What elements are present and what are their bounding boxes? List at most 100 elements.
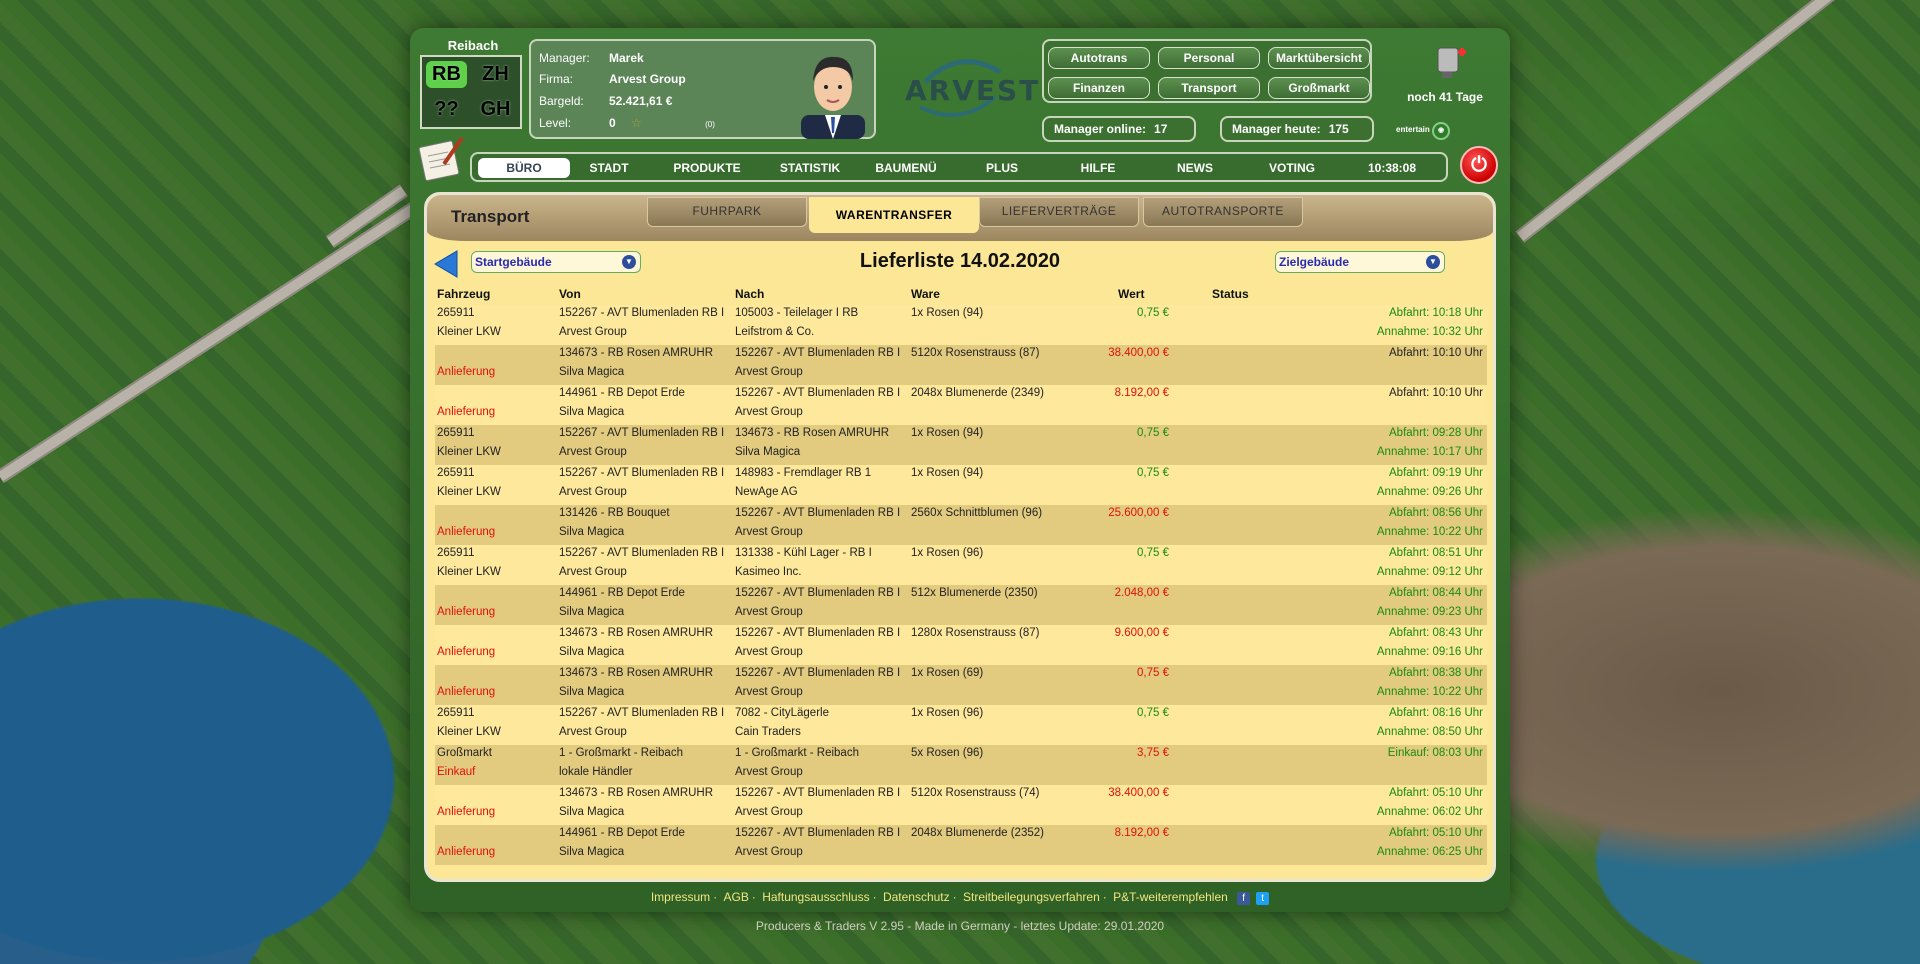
city-gh[interactable]: GH: [471, 92, 520, 127]
ware-cell: 1x Rosen (69): [911, 667, 984, 679]
wert-cell: 0,75 €: [1137, 307, 1169, 319]
facebook-icon[interactable]: f: [1237, 892, 1251, 905]
autotrans-button[interactable]: Autotrans: [1048, 47, 1150, 69]
marktuebersicht-button[interactable]: Marktübersicht: [1268, 47, 1370, 69]
panel-title: Transport: [451, 207, 530, 226]
nach-building-cell: 152267 - AVT Blumenladen RB I: [735, 387, 901, 399]
menu-produkte[interactable]: PRODUKTE: [652, 158, 762, 178]
von-company-cell: Silva Magica: [559, 366, 625, 378]
footer-haftung[interactable]: Haftungsausschluss: [762, 890, 869, 904]
cash-value: 52.421,61 €: [609, 94, 673, 108]
nach-company-cell: Arvest Group: [735, 406, 803, 418]
footer-datenschutz[interactable]: Datenschutz: [883, 890, 950, 904]
ware-cell: 5120x Rosenstrauss (87): [911, 347, 1040, 359]
city-unknown[interactable]: ??: [422, 92, 471, 127]
fahrzeug-type-cell: Anlieferung: [437, 406, 496, 418]
premium-days-icon[interactable]: [1430, 42, 1470, 82]
table-row: Anlieferung 131426 - RB Bouquet Silva Magi…: [435, 505, 1487, 545]
von-building-cell: 152267 - AVT Blumenladen RB I: [559, 467, 725, 479]
menu-baumenue[interactable]: BAUMENÜ: [858, 158, 954, 178]
von-building-cell: 152267 - AVT Blumenladen RB I: [559, 427, 725, 439]
fahrzeug-type-cell: Anlieferung: [437, 806, 496, 818]
menu-buero[interactable]: BÜRO: [478, 158, 570, 178]
status-departure-cell: Abfahrt: 08:56 Uhr: [1389, 507, 1483, 519]
company-label: Firma:: [539, 72, 573, 86]
von-building-cell: 134673 - RB Rosen AMRUHR: [559, 627, 714, 639]
city-name: Reibach: [447, 38, 499, 53]
menu-stadt[interactable]: STADT: [574, 158, 644, 178]
menu-statistik[interactable]: STATISTIK: [762, 158, 858, 178]
status-departure-cell: Einkauf: 08:03 Uhr: [1387, 747, 1483, 759]
fahrzeug-type-cell: Anlieferung: [437, 606, 496, 618]
entertain-logo: entertain ◉: [1396, 122, 1451, 140]
nach-company-cell: NewAge AG: [735, 486, 798, 498]
menu-news[interactable]: NEWS: [1155, 158, 1235, 178]
fahrzeug-cell: 265911: [437, 307, 475, 319]
table-row: Anlieferung 144961 - RB Depot Erde Silva M…: [435, 385, 1487, 425]
footer-streitbeilegung[interactable]: Streitbeilegungsverfahren: [963, 890, 1100, 904]
nach-company-cell: Arvest Group: [735, 366, 803, 378]
tab-warentransfer[interactable]: WARENTRANSFER: [809, 197, 979, 233]
ware-cell: 1280x Rosenstrauss (87): [911, 627, 1040, 639]
panel-header: Transport FUHRPARK WARENTRANSFER LIEFERV…: [427, 195, 1493, 241]
footer-links: Impressum · AGB · Haftungsausschluss · Date…: [0, 890, 1920, 905]
level-label: Level:: [539, 116, 572, 130]
fahrzeug-type-cell: Kleiner LKW: [437, 726, 501, 738]
footer-impressum[interactable]: Impressum: [651, 890, 710, 904]
von-building-cell: 1 - Großmarkt - Reibach: [559, 747, 683, 759]
status-arrival-cell: Annahme: 10:32 Uhr: [1376, 326, 1483, 338]
von-company-cell: lokale Händler: [559, 766, 633, 778]
nach-company-cell: Arvest Group: [735, 846, 803, 858]
personal-button[interactable]: Personal: [1158, 47, 1260, 69]
fahrzeug-type-cell: Anlieferung: [437, 526, 496, 538]
twitter-icon[interactable]: t: [1256, 892, 1270, 905]
fahrzeug-type-cell: Anlieferung: [437, 686, 496, 698]
tab-fuhrpark[interactable]: FUHRPARK: [647, 197, 807, 227]
online-value: 17: [1154, 122, 1168, 136]
fahrzeug-cell: Großmarkt: [437, 747, 492, 759]
nach-company-cell: Cain Traders: [735, 726, 801, 738]
menu-voting[interactable]: VOTING: [1252, 158, 1332, 178]
wert-cell: 38.400,00 €: [1108, 347, 1169, 359]
level-row: Level: 0 ☆ (0): [539, 116, 715, 130]
von-company-cell: Silva Magica: [559, 686, 625, 698]
nach-building-cell: 152267 - AVT Blumenladen RB I: [735, 667, 901, 679]
status-departure-cell: Abfahrt: 08:44 Uhr: [1389, 587, 1483, 599]
manager-avatar: [801, 56, 865, 139]
today-label: Manager heute:: [1232, 122, 1321, 136]
table-row: 265911 Kleiner LKW 152267 - AVT Blumenlade…: [435, 425, 1487, 465]
wert-cell: 0,75 €: [1137, 707, 1169, 719]
nach-building-cell: 7082 - CityLägerle: [735, 707, 829, 719]
notepad-icon[interactable]: [418, 134, 468, 182]
von-building-cell: 144961 - RB Depot Erde: [559, 827, 685, 839]
status-arrival-cell: Annahme: 10:22 Uhr: [1376, 526, 1483, 538]
nach-building-cell: 134673 - RB Rosen AMRUHR: [735, 427, 890, 439]
transport-button[interactable]: Transport: [1158, 77, 1260, 99]
von-company-cell: Silva Magica: [559, 606, 625, 618]
logout-button[interactable]: ⏻: [1460, 146, 1498, 184]
status-arrival-cell: Annahme: 08:50 Uhr: [1376, 726, 1483, 738]
footer-weiterempfehlen[interactable]: P&T-weiterempfehlen: [1113, 890, 1228, 904]
von-building-cell: 144961 - RB Depot Erde: [559, 387, 685, 399]
nach-company-cell: Arvest Group: [735, 606, 803, 618]
von-company-cell: Arvest Group: [559, 326, 627, 338]
finanzen-button[interactable]: Finanzen: [1048, 77, 1150, 99]
fahrzeug-cell: 265911: [437, 467, 475, 479]
table-row: Anlieferung 144961 - RB Depot Erde Silva M…: [435, 585, 1487, 625]
footer-agb[interactable]: AGB: [724, 890, 749, 904]
nach-building-cell: 152267 - AVT Blumenladen RB I: [735, 347, 901, 359]
tab-liefervertraege[interactable]: LIEFERVERTRÄGE: [979, 197, 1139, 227]
target-building-dropdown[interactable]: Zielgebäude ▼: [1275, 251, 1445, 273]
von-building-cell: 134673 - RB Rosen AMRUHR: [559, 347, 714, 359]
von-company-cell: Arvest Group: [559, 446, 627, 458]
grossmarkt-button[interactable]: Großmarkt: [1268, 77, 1370, 99]
company-row: Firma: Arvest Group: [539, 72, 686, 86]
tab-autotransporte[interactable]: AUTOTRANSPORTE: [1143, 197, 1303, 227]
menu-plus[interactable]: PLUS: [962, 158, 1042, 178]
city-rb[interactable]: RB: [426, 61, 467, 88]
target-building-value: Zielgebäude: [1279, 255, 1350, 269]
table-row: 265911 Kleiner LKW 152267 - AVT Blumenlade…: [435, 465, 1487, 505]
menu-hilfe[interactable]: HILFE: [1058, 158, 1138, 178]
ware-cell: 2048x Blumenerde (2352): [911, 827, 1044, 839]
city-zh[interactable]: ZH: [471, 57, 520, 92]
